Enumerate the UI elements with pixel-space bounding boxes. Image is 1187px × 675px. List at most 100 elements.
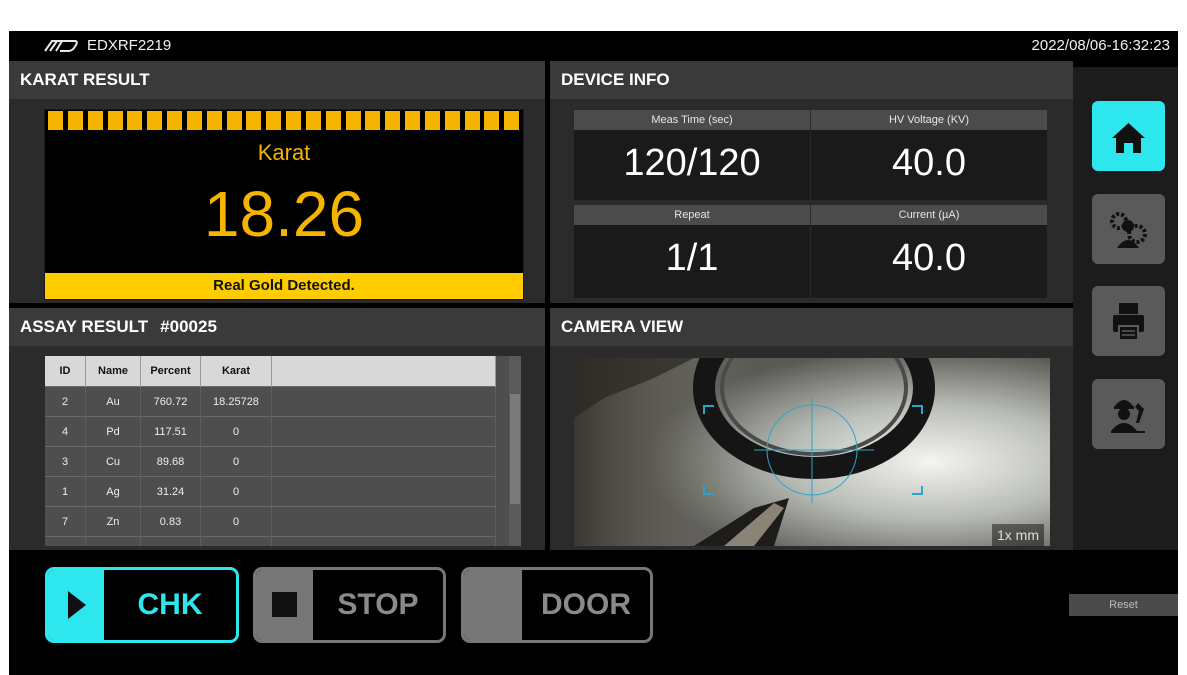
info-label: Meas Time (sec) [574, 110, 810, 130]
karat-level-segment [305, 111, 321, 130]
cell-name: Pd [85, 416, 141, 447]
brand-logo-icon [44, 40, 78, 52]
cell-blank [271, 386, 496, 417]
cell-karat: 18.25728 [200, 386, 272, 417]
reset-button[interactable]: Reset [1069, 594, 1178, 616]
karat-level-segment [167, 111, 182, 130]
info-value: 1/1 [665, 237, 719, 279]
cell-blank [271, 536, 496, 546]
table-row[interactable]: 7 Zn 0.83 0 [45, 506, 496, 537]
play-icon [68, 591, 86, 619]
meas-time-cell: Meas Time (sec) 120/120 [574, 110, 810, 200]
karat-level-segment [345, 111, 361, 130]
home-button[interactable] [1092, 101, 1165, 171]
karat-level-segment [87, 111, 103, 130]
cell-karat: 0 [200, 446, 272, 477]
technician-tools-icon [1111, 400, 1145, 433]
karat-display: Karat 18.26 Real Gold Detected. [44, 109, 524, 300]
table-row[interactable]: 2 Au 760.72 18.25728 [45, 386, 496, 417]
panel-title: DEVICE INFO [550, 61, 1073, 99]
stop-icon [272, 592, 297, 617]
panel-title: KARAT RESULT [9, 61, 545, 99]
table-row[interactable]: 3 Cu 89.68 0 [45, 446, 496, 477]
assay-table-container[interactable]: ID Name Percent Karat 2 Au 760.72 18.25728 … [45, 356, 521, 546]
column-header-blank [271, 356, 496, 387]
cell-id: 2 [45, 386, 86, 417]
karat-level-segment [325, 111, 341, 130]
current-cell: Current (µA) 40.0 [811, 205, 1047, 298]
info-label: Repeat [574, 205, 810, 225]
datetime-display: 2022/08/06-16:32:23 [1031, 37, 1170, 54]
karat-level-segment [424, 111, 440, 130]
table-row[interactable]: 5Pt0.010 [45, 536, 496, 546]
karat-level-segment [464, 111, 480, 130]
info-value: 40.0 [892, 237, 966, 279]
settings-gears-user-icon [1110, 212, 1147, 248]
cell-name: Pt [85, 536, 141, 546]
karat-level-segment [107, 111, 123, 130]
cell-id: 4 [45, 416, 86, 447]
column-header[interactable]: Karat [200, 356, 272, 387]
cell-karat: 0 [200, 506, 272, 537]
print-button[interactable] [1092, 286, 1165, 356]
maintenance-button[interactable] [1092, 379, 1165, 449]
assay-title: ASSAY RESULT [20, 317, 149, 336]
karat-level-segment [405, 111, 420, 130]
table-row[interactable]: 1 Ag 31.24 0 [45, 476, 496, 507]
cell-id: 7 [45, 506, 86, 537]
cell-percent: 760.72 [140, 386, 201, 417]
column-header[interactable]: Percent [140, 356, 201, 387]
cell-name: Zn [85, 506, 141, 537]
stop-label: STOP [337, 588, 419, 621]
side-navigation [1073, 67, 1178, 550]
cell-name: Au [85, 386, 141, 417]
check-button[interactable]: CHK [45, 567, 239, 643]
karat-level-bar [46, 111, 522, 130]
table-row[interactable]: 4 Pd 117.51 0 [45, 416, 496, 447]
check-label: CHK [137, 588, 203, 621]
door-button[interactable]: DOOR [461, 567, 653, 643]
detection-status-banner: Real Gold Detected. [45, 273, 523, 299]
karat-level-segment [266, 111, 282, 130]
karat-level-segment [286, 111, 301, 130]
info-value: 120/120 [623, 142, 761, 184]
cell-blank [271, 506, 496, 537]
settings-button[interactable] [1092, 194, 1165, 264]
assay-table: ID Name Percent Karat 2 Au 760.72 18.25728 … [45, 356, 496, 546]
scrollbar-thumb[interactable] [510, 394, 520, 504]
karat-value: 18.26 [203, 178, 365, 250]
column-header[interactable]: Name [85, 356, 141, 387]
table-scrollbar[interactable] [509, 356, 521, 546]
cell-karat: 0 [200, 416, 272, 447]
repeat-cell: Repeat 1/1 [574, 205, 810, 298]
door-icon-area [464, 570, 522, 640]
cell-blank [271, 416, 496, 447]
printer-icon [1113, 303, 1144, 341]
cell-id: 1 [45, 476, 86, 507]
karat-level-segment [504, 111, 520, 130]
karat-level-segment [385, 111, 401, 130]
column-header[interactable]: ID [45, 356, 86, 387]
panel-title: ASSAY RESULT #00025 [9, 308, 545, 346]
cell-karat: 0 [200, 476, 272, 507]
cell-blank [271, 476, 496, 507]
karat-level-segment [206, 111, 222, 130]
assay-number: #00025 [160, 317, 217, 336]
karat-level-segment [246, 111, 262, 130]
cell-percent: 89.68 [140, 446, 201, 477]
karat-level-segment [147, 111, 163, 130]
app-screen: EDXRF2219 2022/08/06-16:32:23 KARAT RESU… [9, 31, 1178, 675]
info-label: HV Voltage (KV) [811, 110, 1047, 130]
app-name: EDXRF2219 [87, 37, 172, 54]
cell-percent: 0.01 [140, 536, 201, 546]
door-label: DOOR [541, 588, 631, 621]
karat-level-segment [127, 111, 143, 130]
stop-button[interactable]: STOP [253, 567, 446, 643]
cell-percent: 0.83 [140, 506, 201, 537]
karat-level-segment [226, 111, 242, 130]
cell-id: 3 [45, 446, 86, 477]
karat-label: Karat [257, 140, 311, 165]
play-icon-area [48, 570, 104, 640]
karat-level-segment [484, 111, 500, 130]
karat-level-segment [48, 111, 63, 130]
